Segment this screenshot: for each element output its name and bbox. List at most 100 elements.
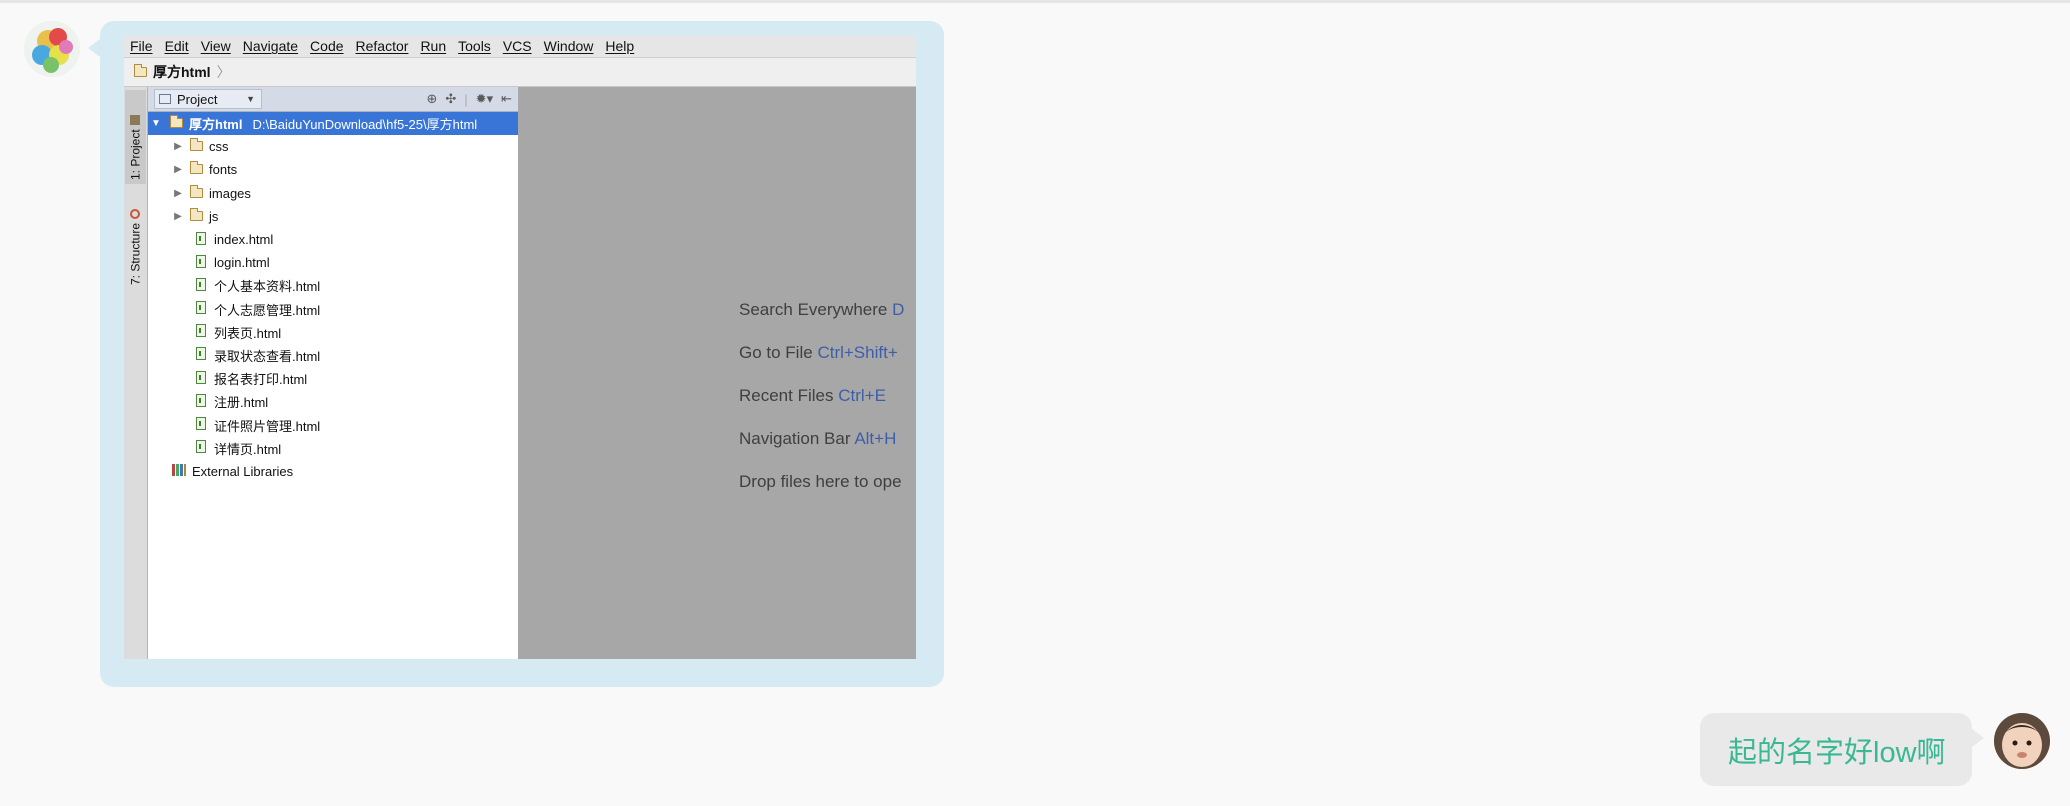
tree-root[interactable]: ▼ 厚方html D:\BaiduYunDownload\hf5-25\厚方ht…: [148, 112, 518, 136]
menu-refactor[interactable]: Refactor: [350, 38, 415, 54]
tool-window-strip: 1: Project 7: Structure: [124, 87, 148, 659]
menu-help[interactable]: Help: [599, 38, 640, 54]
menu-vcs[interactable]: VCS: [497, 38, 538, 54]
menu-code[interactable]: Code: [304, 38, 349, 54]
editor-empty-area[interactable]: Search Everywhere D Go to File Ctrl+Shif…: [519, 87, 916, 659]
tree-file[interactable]: index.html: [148, 228, 518, 251]
hint-navigation-bar: Navigation Bar Alt+H: [739, 429, 896, 449]
file-name: 列表页.html: [214, 325, 282, 341]
nav-project-name[interactable]: 厚方html: [153, 62, 211, 82]
folder-name: images: [209, 185, 251, 201]
project-panel-header: Project ▼ ⊕ ✣ | ✹▾ ⇤: [148, 87, 518, 112]
file-name: 报名表打印.html: [214, 372, 308, 388]
folder-icon: [170, 115, 183, 131]
menu-window[interactable]: Window: [538, 38, 600, 54]
tree-file[interactable]: 列表页.html: [148, 321, 518, 344]
tree-file[interactable]: 报名表打印.html: [148, 367, 518, 390]
structure-tab-icon: [130, 208, 141, 219]
self-avatar[interactable]: [1994, 713, 2050, 769]
html-file-icon: [196, 324, 206, 340]
file-name: 个人基本资料.html: [214, 279, 321, 295]
root-name: 厚方html: [189, 117, 243, 133]
menu-edit[interactable]: Edit: [159, 38, 195, 54]
locate-icon[interactable]: ⊕: [426, 91, 437, 107]
menu-tools[interactable]: Tools: [452, 38, 497, 54]
tab-project[interactable]: 1: Project: [125, 90, 146, 184]
project-view-icon: [159, 94, 171, 104]
hint-label: Drop files here to ope: [739, 472, 902, 491]
folder-name: js: [209, 208, 219, 224]
view-selector-label: Project: [177, 91, 218, 107]
root-path: D:\BaiduYunDownload\hf5-25\厚方html: [252, 117, 478, 133]
project-tree: ▼ 厚方html D:\BaiduYunDownload\hf5-25\厚方ht…: [148, 112, 518, 483]
sender-avatar[interactable]: [24, 21, 80, 77]
menu-run[interactable]: Run: [414, 38, 452, 54]
file-name: 证件照片管理.html: [214, 418, 321, 434]
hint-drop-files: Drop files here to ope: [739, 472, 902, 492]
file-name: login.html: [214, 255, 270, 271]
html-file-icon: [196, 393, 206, 410]
panel-toolbar: ⊕ ✣ | ✹▾ ⇤: [426, 91, 518, 107]
hint-label: Search Everywhere: [739, 300, 888, 319]
collapse-icon[interactable]: ✣: [445, 91, 456, 107]
hide-icon[interactable]: ⇤: [501, 91, 512, 107]
hint-shortcut: Ctrl+Shift+: [817, 343, 898, 362]
tree-folder[interactable]: ▶ js: [148, 205, 518, 228]
baby-face-avatar-icon: [1994, 713, 2050, 769]
outgoing-message-bubble[interactable]: 起的名字好low啊: [1700, 713, 1984, 786]
toolbar-divider: |: [464, 91, 468, 107]
hint-label: Navigation Bar: [739, 429, 851, 448]
folder-icon: [190, 161, 203, 177]
html-file-icon: [196, 301, 206, 317]
html-file-icon: [196, 231, 206, 248]
folder-name: css: [209, 139, 229, 155]
tree-file[interactable]: 证件照片管理.html: [148, 413, 518, 436]
folder-icon: [190, 207, 203, 224]
expanded-arrow-icon: ▼: [151, 118, 161, 130]
menu-view[interactable]: View: [195, 38, 237, 54]
view-selector-dropdown[interactable]: Project ▼: [154, 89, 262, 109]
html-file-icon: [196, 370, 206, 387]
file-name: 录取状态查看.html: [214, 348, 321, 364]
folder-name: fonts: [209, 162, 238, 178]
file-name: 注册.html: [214, 395, 269, 411]
nav-folder-icon: [134, 64, 147, 80]
tree-file[interactable]: login.html: [148, 251, 518, 274]
hint-shortcut: Ctrl+E: [838, 386, 886, 405]
folder-icon: [190, 138, 203, 154]
tab-structure[interactable]: 7: Structure: [125, 187, 146, 289]
menu-file[interactable]: File: [124, 38, 159, 54]
hint-shortcut: D: [892, 300, 905, 319]
tree-file[interactable]: 详情页.html: [148, 437, 518, 460]
folder-icon: [190, 184, 203, 201]
library-icon: [172, 463, 186, 479]
hint-label: Recent Files: [739, 386, 834, 405]
chevron-down-icon: ▼: [246, 94, 255, 104]
hint-go-to-file: Go to File Ctrl+Shift+: [739, 343, 898, 363]
hint-label: Go to File: [739, 343, 813, 362]
html-file-icon: [196, 440, 206, 456]
tree-external-libraries[interactable]: External Libraries: [148, 460, 518, 483]
tab-structure-label: 7: Structure: [128, 222, 143, 285]
tree-file[interactable]: 个人志愿管理.html: [148, 298, 518, 321]
tree-folder[interactable]: ▶ fonts: [148, 158, 518, 181]
message-text: 起的名字好low啊: [1728, 737, 1946, 769]
collapsed-arrow-icon: ▶: [174, 187, 182, 199]
tree-file[interactable]: 录取状态查看.html: [148, 344, 518, 367]
tab-project-label: 1: Project: [128, 129, 143, 180]
file-name: 个人志愿管理.html: [214, 302, 321, 318]
navigation-bar: 厚方html 〉: [124, 58, 916, 87]
tree-folder[interactable]: ▶ images: [148, 182, 518, 205]
gear-icon[interactable]: ✹▾: [476, 91, 493, 107]
ide-screenshot[interactable]: File Edit View Navigate Code Refactor Ru…: [124, 35, 916, 659]
collapsed-arrow-icon: ▶: [174, 210, 182, 222]
tree-file[interactable]: 注册.html: [148, 390, 518, 413]
nav-separator: 〉: [216, 64, 231, 80]
hint-shortcut: Alt+H: [854, 429, 897, 448]
hint-search-everywhere: Search Everywhere D: [739, 300, 904, 320]
menu-navigate[interactable]: Navigate: [237, 38, 304, 54]
tree-file[interactable]: 个人基本资料.html: [148, 274, 518, 297]
tree-folder[interactable]: ▶ css: [148, 135, 518, 158]
html-file-icon: [196, 254, 206, 271]
collapsed-arrow-icon: ▶: [174, 141, 182, 153]
